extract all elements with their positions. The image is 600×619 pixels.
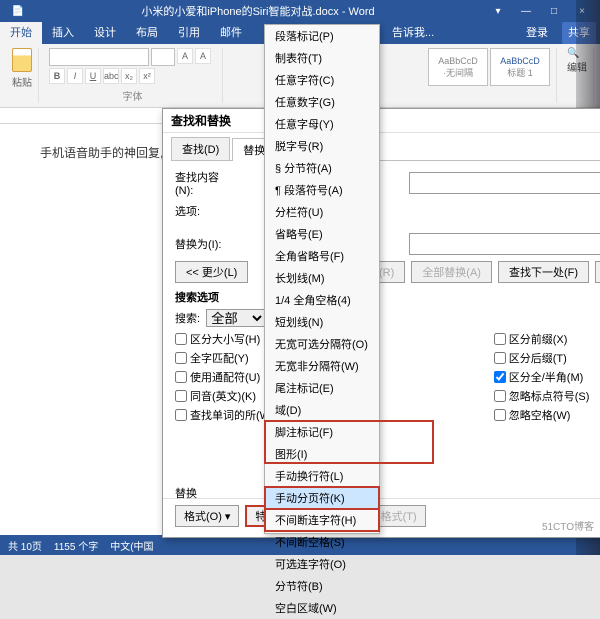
tab-tellme[interactable]: 告诉我... [382, 22, 444, 44]
language-status[interactable]: 中文(中国 [110, 538, 153, 553]
menu-column-break[interactable]: 分栏符(U) [265, 201, 379, 223]
superscript-button[interactable]: x² [139, 68, 155, 84]
chk-whole-word[interactable]: 全字匹配(Y) [175, 350, 274, 366]
menu-tab-char[interactable]: 制表符(T) [265, 47, 379, 69]
menu-any-char[interactable]: 任意字符(C) [265, 69, 379, 91]
title-bar: 📄 小米的小爱和iPhone的Siri智能对战.docx - Word ▾ — … [0, 0, 600, 22]
menu-ellipsis[interactable]: 省略号(E) [265, 223, 379, 245]
window-opts[interactable]: ▾ [484, 6, 512, 17]
minimize-button[interactable]: — [512, 6, 540, 17]
style-no-spacing[interactable]: AaBbCcD ·无间隔 [428, 48, 488, 86]
replace-label: 替换为(I): [175, 236, 237, 252]
bold-button[interactable]: B [49, 68, 65, 84]
menu-quarter-em[interactable]: 1/4 全角空格(4) [265, 289, 379, 311]
chk-full-half[interactable]: 区分全/半角(M) [494, 369, 590, 385]
replace-section-label: 替换 [175, 485, 197, 501]
menu-section-break[interactable]: 分节符(B) [265, 575, 379, 597]
styles-group: AaBbCcD ·无间隔 AaBbCcD 标题 1 [422, 48, 557, 103]
strike-button[interactable]: abc [103, 68, 119, 84]
italic-button[interactable]: I [67, 68, 83, 84]
menu-opt-hyphen[interactable]: 可选连字符(O) [265, 553, 379, 575]
replace-bar: 替换 格式(O)▾ 特殊格式(E)▾ 不限定格式(T) [163, 498, 600, 533]
increase-font-icon[interactable]: A [177, 48, 193, 64]
menu-nowidth-non[interactable]: 无宽非分隔符(W) [265, 355, 379, 377]
cancel-button[interactable]: 取消 [595, 261, 600, 283]
chk-sounds-like[interactable]: 同音(英文)(K) [175, 388, 274, 404]
options-label: 选项: [175, 203, 237, 219]
watermark: 51CTO博客 [542, 518, 594, 533]
menu-any-letter[interactable]: 任意字母(Y) [265, 113, 379, 135]
menu-paragraph-mark[interactable]: 段落标记(P) [265, 25, 379, 47]
maximize-button[interactable]: □ [540, 6, 568, 17]
menu-endnote-mark[interactable]: 尾注标记(E) [265, 377, 379, 399]
menu-full-ellipsis[interactable]: 全角省略号(F) [265, 245, 379, 267]
chk-match-case[interactable]: 区分大小写(H) [175, 331, 274, 347]
chk-word-forms[interactable]: 查找单词的所(W) [175, 407, 274, 423]
dialog-body: 查找内容(N): 选项: 替换为(I): << 更少(L) 替换(R) 全部替换… [163, 161, 600, 431]
checkbox-grid: 区分大小写(H) 全字匹配(Y) 使用通配符(U) 同音(英文)(K) 查找单词… [175, 331, 600, 423]
menu-manual-line-break[interactable]: 手动换行符(L) [265, 465, 379, 487]
menu-caret[interactable]: 脱字号(R) [265, 135, 379, 157]
decrease-font-icon[interactable]: A [195, 48, 211, 64]
paste-button[interactable]: 粘贴 [12, 48, 32, 89]
chk-wildcards[interactable]: 使用通配符(U) [175, 369, 274, 385]
paste-label: 粘贴 [12, 74, 32, 89]
chk-match-prefix[interactable]: 区分前缀(X) [494, 331, 590, 347]
font-name-selector[interactable] [49, 48, 149, 66]
page-count[interactable]: 共 10页 [8, 538, 42, 553]
tab-design[interactable]: 设计 [84, 22, 126, 44]
menu-nonbreak-hyphen[interactable]: 不间断连字符(H) [265, 509, 379, 531]
login-link[interactable]: 登录 [516, 22, 558, 44]
font-group: A A B I U abc x₂ x² 字体 [43, 48, 223, 103]
tab-find[interactable]: 查找(D) [171, 137, 230, 160]
find-input[interactable] [409, 172, 600, 194]
chk-match-suffix[interactable]: 区分后缀(T) [494, 350, 590, 366]
replace-all-button[interactable]: 全部替换(A) [411, 261, 492, 283]
search-options-header: 搜索选项 [175, 289, 600, 305]
dialog-title-text: 查找和替换 [171, 112, 231, 129]
chk-ignore-space[interactable]: 忽略空格(W) [494, 407, 590, 423]
tab-references[interactable]: 引用 [168, 22, 210, 44]
tab-layout[interactable]: 布局 [126, 22, 168, 44]
tab-start[interactable]: 开始 [0, 22, 42, 44]
dialog-titlebar[interactable]: 查找和替换 × [163, 109, 600, 133]
find-label: 查找内容(N): [175, 169, 237, 197]
search-direction-select[interactable]: 全部 [206, 309, 266, 327]
tab-mailings[interactable]: 邮件 [210, 22, 252, 44]
menu-whitespace[interactable]: 空白区域(W) [265, 597, 379, 619]
find-replace-dialog: 查找和替换 × 查找(D) 替换(P) 查找内容(N): 选项: 替换为(I):… [162, 108, 600, 538]
menu-graphic[interactable]: 图形(I) [265, 443, 379, 465]
format-dropdown[interactable]: 格式(O)▾ [175, 505, 239, 527]
clipboard-icon [12, 48, 32, 72]
menu-manual-page-break[interactable]: 手动分页符(K) [265, 487, 379, 509]
chevron-down-icon: ▾ [225, 510, 231, 523]
replace-input[interactable] [409, 233, 600, 255]
find-next-button[interactable]: 查找下一处(F) [498, 261, 589, 283]
menu-nonbreak-space[interactable]: 不间断空格(S) [265, 531, 379, 553]
menu-section-char[interactable]: § 分节符(A) [265, 157, 379, 179]
menu-footnote-mark[interactable]: 脚注标记(F) [265, 421, 379, 443]
font-group-label: 字体 [49, 88, 216, 103]
tab-insert[interactable]: 插入 [42, 22, 84, 44]
menu-any-digit[interactable]: 任意数字(G) [265, 91, 379, 113]
word-count[interactable]: 1155 个字 [54, 538, 98, 553]
clipboard-group: 粘贴 [6, 48, 39, 103]
menu-em-dash[interactable]: 长划线(M) [265, 267, 379, 289]
chk-ignore-punct[interactable]: 忽略标点符号(S) [494, 388, 590, 404]
subscript-button[interactable]: x₂ [121, 68, 137, 84]
underline-button[interactable]: U [85, 68, 101, 84]
menu-nowidth-opt[interactable]: 无宽可选分隔符(O) [265, 333, 379, 355]
dialog-tabs: 查找(D) 替换(P) [171, 137, 600, 161]
search-direction-label: 搜索: [175, 310, 200, 326]
font-size-selector[interactable] [151, 48, 175, 66]
special-format-menu: 段落标记(P) 制表符(T) 任意字符(C) 任意数字(G) 任意字母(Y) 脱… [264, 24, 380, 534]
app-icon: 📄 [4, 6, 32, 17]
style-heading1[interactable]: AaBbCcD 标题 1 [490, 48, 550, 86]
menu-field[interactable]: 域(D) [265, 399, 379, 421]
menu-para-char[interactable]: ¶ 段落符号(A) [265, 179, 379, 201]
menu-en-dash[interactable]: 短划线(N) [265, 311, 379, 333]
less-button[interactable]: << 更少(L) [175, 261, 248, 283]
window-title: 小米的小爱和iPhone的Siri智能对战.docx - Word [32, 3, 484, 19]
